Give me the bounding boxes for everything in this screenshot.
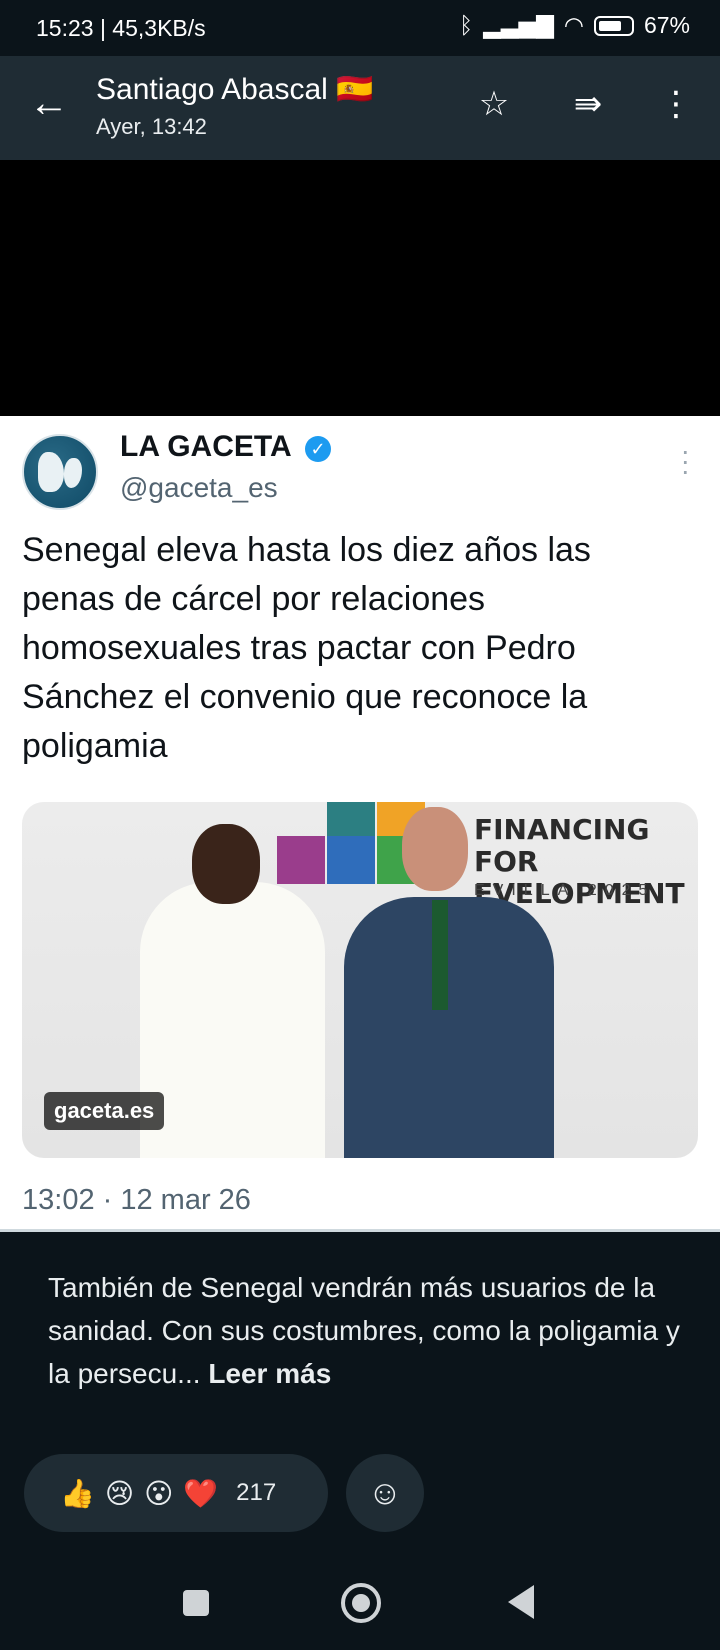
image-source-badge: gaceta.es	[44, 1092, 165, 1130]
person-right-head	[402, 807, 468, 891]
person-right	[344, 897, 554, 1158]
tie	[432, 900, 448, 1010]
back-triangle-icon[interactable]	[508, 1585, 534, 1619]
tweet-card[interactable]: LA GACETA ✓ @gaceta_es · · · Senegal eleva…	[0, 416, 720, 1232]
person-left-head	[192, 824, 260, 904]
read-more-link[interactable]: Leer más	[208, 1358, 331, 1389]
home-icon[interactable]	[341, 1583, 381, 1623]
reaction-count: 217	[236, 1479, 277, 1506]
media-top-black-area	[0, 160, 720, 416]
battery-icon	[593, 15, 634, 36]
message-date: Ayer, 13:42	[96, 114, 207, 139]
status-time-speed: 15:23 | 45,3KB/s	[36, 15, 206, 41]
system-nav-bar	[0, 1560, 720, 1650]
battery-level: 67%	[643, 12, 690, 38]
thumbs-up-icon: 👍	[60, 1477, 95, 1509]
banner-subtitle: EVILLA 2025	[474, 882, 656, 899]
logo-tile	[327, 836, 375, 884]
star-icon[interactable]: ☆	[472, 82, 516, 126]
logo-tile	[277, 836, 325, 884]
reactions-pill[interactable]: 👍 😢 😮 ❤️ 217	[24, 1454, 328, 1532]
bluetooth-icon: ᛒ	[459, 12, 474, 38]
tweet-handle[interactable]: @gaceta_es	[120, 472, 278, 504]
banner-line-1: FINANCING FOR	[474, 813, 650, 878]
person-left	[140, 882, 325, 1158]
top-app-bar: ← Santiago Abascal 🇪🇸 Ayer, 13:42 ☆ ⇛ ⋮	[0, 56, 720, 160]
tweet-image[interactable]: FINANCING FOR EVELOPMENT EVILLA 2025 gac…	[22, 802, 698, 1158]
signal-icon: ▂▃▅▇	[483, 12, 554, 38]
add-reaction-icon[interactable]: ☺	[346, 1454, 424, 1532]
status-bar: 15:23 | 45,3KB/s ᛒ ▂▃▅▇ ◠ 67%	[0, 0, 720, 56]
avatar[interactable]	[22, 434, 98, 510]
surprised-face-icon: 😮	[144, 1477, 174, 1509]
caption-text: También de Senegal vendrán más usuarios …	[48, 1272, 680, 1389]
heart-icon: ❤️	[183, 1477, 219, 1509]
status-icons: ᛒ ▂▃▅▇ ◠ 67%	[459, 12, 690, 39]
forward-icon[interactable]: ⇛	[566, 82, 610, 126]
divider	[0, 1229, 720, 1232]
crying-face-icon: 😢	[104, 1477, 135, 1509]
more-dots-icon[interactable]: · · ·	[681, 437, 690, 485]
tweet-author-name[interactable]: LA GACETA	[120, 430, 292, 464]
recents-icon[interactable]	[183, 1590, 209, 1616]
wifi-icon: ◠	[563, 12, 584, 38]
more-vert-icon[interactable]: ⋮	[654, 82, 698, 126]
contact-name[interactable]: Santiago Abascal 🇪🇸	[96, 72, 374, 107]
message-caption: También de Senegal vendrán más usuarios …	[48, 1266, 688, 1395]
tweet-timestamp: 13:02 · 12 mar 26	[22, 1184, 251, 1216]
verified-badge-icon: ✓	[305, 436, 331, 462]
back-arrow-icon[interactable]: ←	[26, 80, 72, 126]
tweet-text: Senegal eleva hasta los diez años las pe…	[22, 531, 591, 765]
